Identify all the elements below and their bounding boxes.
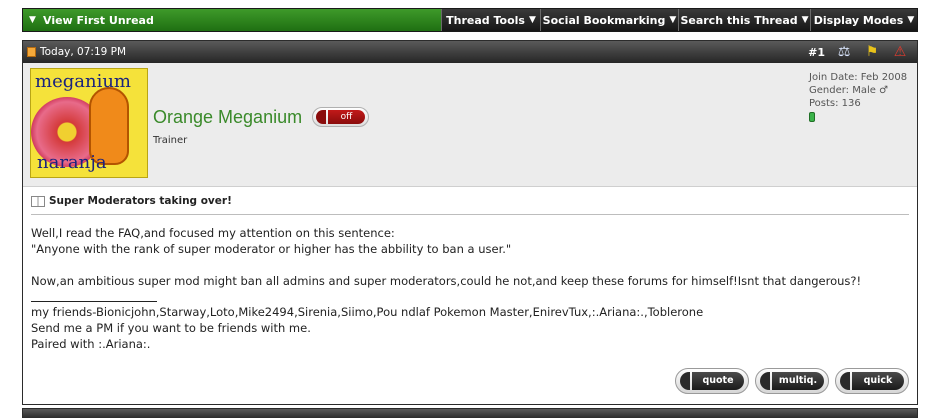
search-thread-menu[interactable]: Search this Thread ▼ (678, 9, 810, 31)
status-badge-label: off (328, 110, 365, 124)
thread-tools-label: Thread Tools (446, 13, 525, 27)
scale-icon[interactable]: ⚖ (835, 44, 853, 60)
post-header: Today, 07:19 PM #1 ⚖ ⚑ ⚠ (23, 41, 917, 63)
quote-button-label: quote (692, 372, 744, 390)
avatar-text-bottom: naranja (37, 152, 107, 173)
post-number-link[interactable]: #1 (808, 46, 825, 59)
view-first-unread-label: View First Unread (43, 13, 154, 27)
signature-line: Paired with :.Ariana:. (31, 337, 151, 351)
signature-divider (31, 301, 157, 302)
multiquote-button-cap (760, 372, 770, 390)
signature-line: Send me a PM if you want to be friends w… (31, 321, 311, 335)
social-bookmarking-menu[interactable]: Social Bookmarking ▼ (540, 9, 678, 31)
thread-tools-menu[interactable]: Thread Tools ▼ (441, 9, 540, 31)
message-line: Now,an ambitious super mod might ban all… (31, 274, 862, 288)
reputation-indicator (809, 112, 815, 122)
display-modes-label: Display Modes (813, 13, 904, 27)
user-stats: Join Date: Feb 2008 Gender: Male ♂ Posts… (809, 71, 909, 126)
caret-down-icon: ▼ (669, 15, 677, 25)
flag-icon[interactable]: ⚑ (863, 44, 881, 60)
social-bookmarking-label: Social Bookmarking (542, 13, 666, 27)
message-line: "Anyone with the rank of super moderator… (31, 242, 512, 256)
post-content: Super Moderators taking over! Well,I rea… (23, 187, 917, 404)
avatar-text-top: meganium (35, 71, 131, 92)
message-line: Well,I read the FAQ,and focused my atten… (31, 226, 395, 240)
multiquote-button-label: multiq. (772, 372, 824, 390)
book-icon (31, 195, 45, 207)
thread-toolbar: ▼ View First Unread Thread Tools ▼ Socia… (22, 8, 918, 32)
display-modes-menu[interactable]: Display Modes ▼ (810, 9, 917, 31)
signature-line: my friends-Bionicjohn,Starway,Loto,Mike2… (31, 305, 704, 319)
avatar[interactable]: meganium naranja (30, 68, 148, 178)
post-action-buttons: quote multiq. quick (675, 368, 909, 394)
forum-post: Today, 07:19 PM #1 ⚖ ⚑ ⚠ meganium naranj… (22, 40, 918, 405)
gender: Gender: Male ♂ (809, 85, 889, 96)
post-date: Today, 07:19 PM (27, 46, 126, 58)
view-first-unread-button[interactable]: ▼ View First Unread (23, 9, 441, 31)
user-title: Trainer (153, 135, 188, 146)
search-thread-label: Search this Thread (680, 13, 798, 27)
quote-button[interactable]: quote (675, 368, 749, 394)
status-badge-cap (316, 110, 326, 124)
quick-reply-button-cap (840, 372, 850, 390)
caret-down-icon: ▼ (528, 15, 536, 25)
page-wrapper: ▼ View First Unread Thread Tools ▼ Socia… (22, 8, 918, 405)
quick-reply-button[interactable]: quick (835, 368, 909, 394)
username-link[interactable]: Orange Meganium (153, 107, 302, 128)
warning-icon[interactable]: ⚠ (891, 44, 909, 60)
user-info-row: meganium naranja Orange Meganium off Tra… (23, 63, 917, 187)
post-count: Posts: 136 (809, 98, 861, 109)
post-header-actions: #1 ⚖ ⚑ ⚠ (808, 44, 909, 60)
post-document-icon (27, 47, 36, 57)
caret-down-icon: ▼ (907, 15, 915, 25)
caret-down-icon: ▼ (801, 15, 809, 25)
quote-button-cap (680, 372, 690, 390)
post-date-text: Today, 07:19 PM (40, 46, 127, 58)
multiquote-button[interactable]: multiq. (755, 368, 829, 394)
join-date: Join Date: Feb 2008 (809, 72, 908, 83)
quick-reply-button-label: quick (852, 372, 904, 390)
chevron-down-icon: ▼ (29, 15, 36, 25)
post-title-row: Super Moderators taking over! (31, 195, 909, 215)
post-title: Super Moderators taking over! (49, 195, 232, 207)
next-post-header (22, 408, 918, 418)
online-status-badge: off (312, 107, 369, 127)
post-message: Well,I read the FAQ,and focused my atten… (31, 225, 909, 352)
